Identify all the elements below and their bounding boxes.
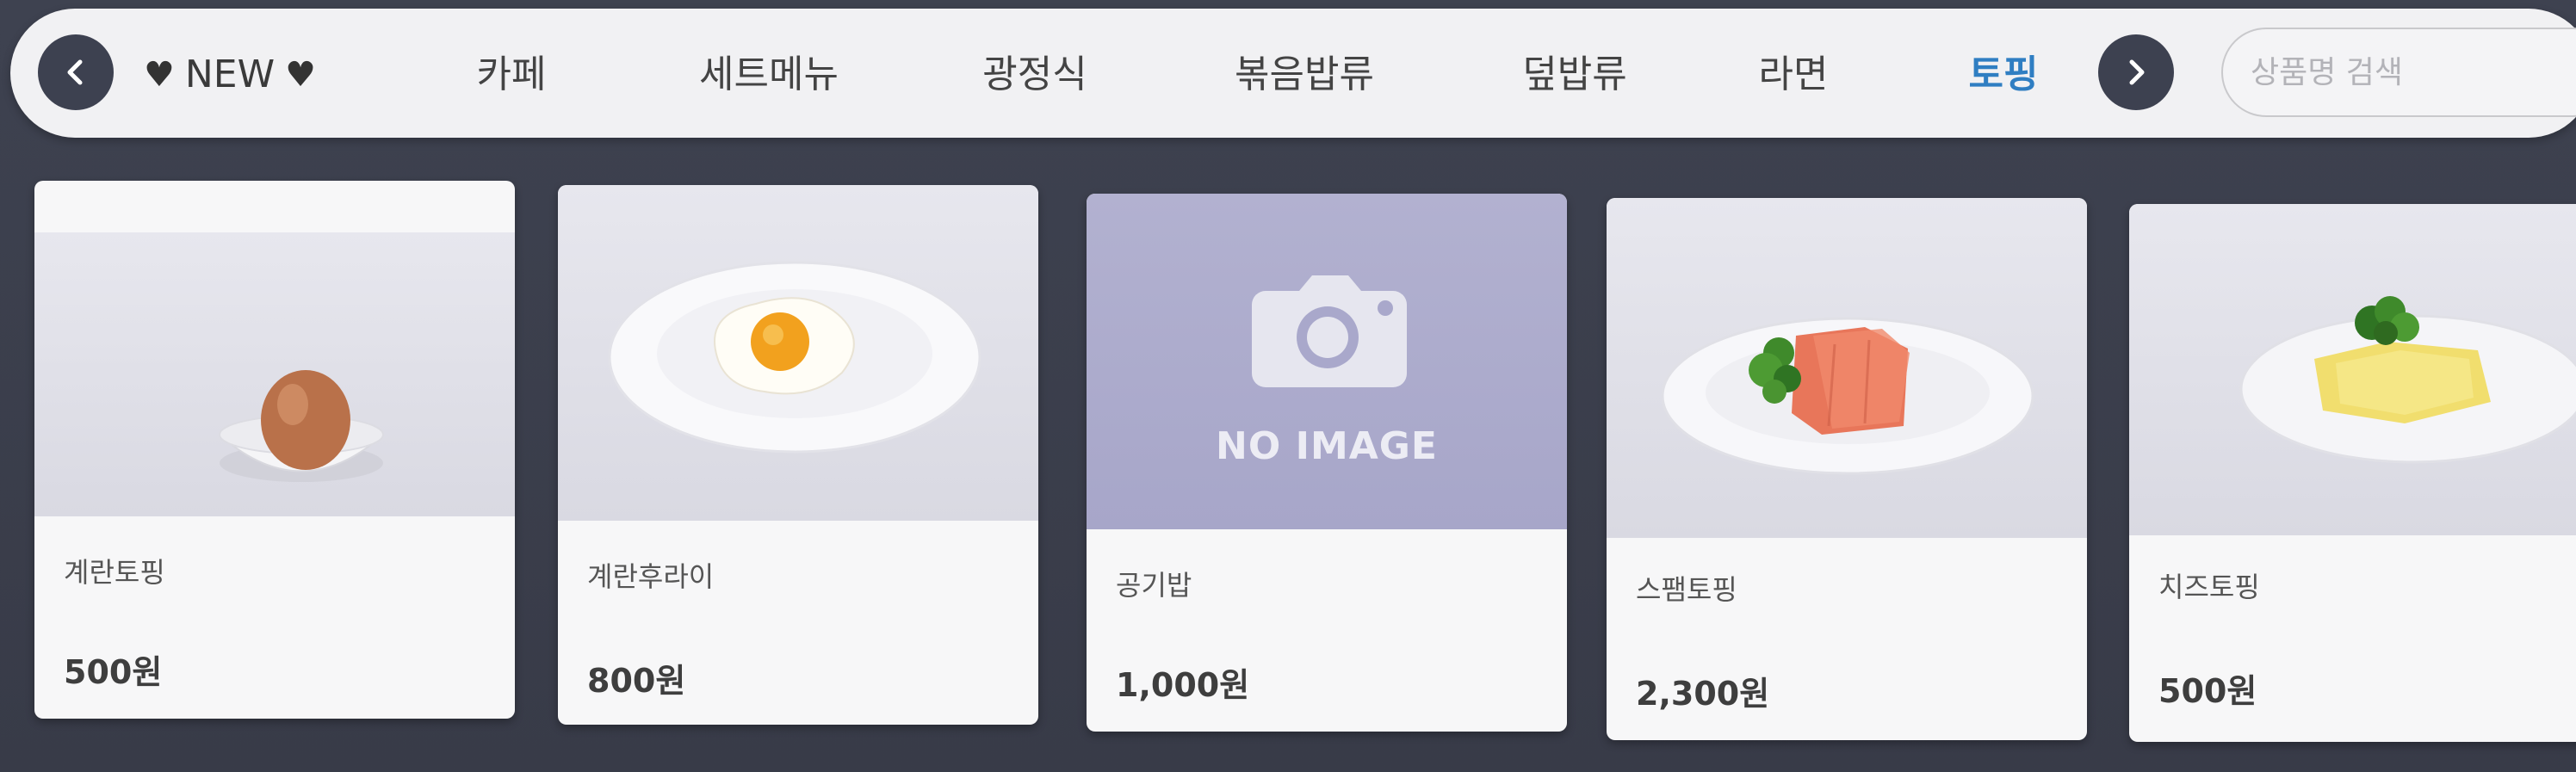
product-card-fried-egg[interactable]: 계란후라이 800원 (558, 185, 1038, 725)
tab-cafe[interactable]: 카페 (477, 45, 547, 105)
product-price: 500원 (64, 653, 163, 691)
tab-set-menu[interactable]: 세트메뉴 (699, 45, 839, 105)
chevron-left-icon (67, 59, 83, 85)
product-name: 공기밥 (1116, 569, 1192, 602)
product-card-cheese-topping[interactable]: 치즈토핑 500원 (2129, 204, 2576, 742)
product-price: 2,300원 (1636, 675, 1770, 713)
tab-ramen[interactable]: 라면 (1759, 45, 1829, 105)
search-input[interactable] (2223, 29, 2576, 115)
product-name: 스팸토핑 (1636, 573, 1737, 606)
camera-icon (1252, 275, 1407, 387)
product-image-fried-egg (558, 185, 1038, 521)
chevron-right-icon (2129, 59, 2145, 85)
search-box (2221, 28, 2576, 117)
tab-set-meal[interactable]: 광정식 (982, 45, 1087, 105)
tab-rice-bowl[interactable]: 덮밥류 (1522, 45, 1626, 105)
tab-fried-rice[interactable]: 볶음밥류 (1235, 45, 1374, 105)
product-image-boiled-egg (34, 232, 515, 516)
product-price: 800원 (587, 662, 686, 700)
tab-new-label: NEW (184, 52, 276, 96)
product-price: 500원 (2158, 672, 2257, 710)
product-name: 치즈토핑 (2158, 571, 2260, 603)
product-card-rice[interactable]: NO IMAGE 공기밥 1,000원 (1087, 194, 1567, 732)
product-image-cheese (2129, 204, 2576, 535)
product-card-spam-topping[interactable]: 스팸토핑 2,300원 (1607, 198, 2087, 740)
product-name: 계란후라이 (587, 560, 715, 593)
next-category-button[interactable] (2098, 34, 2174, 110)
tab-topping[interactable]: 토핑 (1969, 45, 2039, 105)
product-card-egg-topping[interactable]: 계란토핑 500원 (34, 181, 515, 719)
product-price: 1,000원 (1116, 666, 1250, 704)
heart-icon: ♥ (144, 55, 175, 95)
heart-icon: ♥ (285, 55, 316, 95)
product-name: 계란토핑 (64, 556, 165, 589)
category-nav-bar: ♥ NEW ♥ 카페 세트메뉴 광정식 볶음밥류 덮밥류 라면 토핑 (10, 9, 2576, 138)
product-image-placeholder: NO IMAGE (1087, 194, 1567, 529)
product-image-spam (1607, 198, 2087, 538)
no-image-label: NO IMAGE (1216, 424, 1438, 468)
prev-category-button[interactable] (38, 34, 114, 110)
tab-new[interactable]: ♥ NEW ♥ (144, 45, 316, 105)
